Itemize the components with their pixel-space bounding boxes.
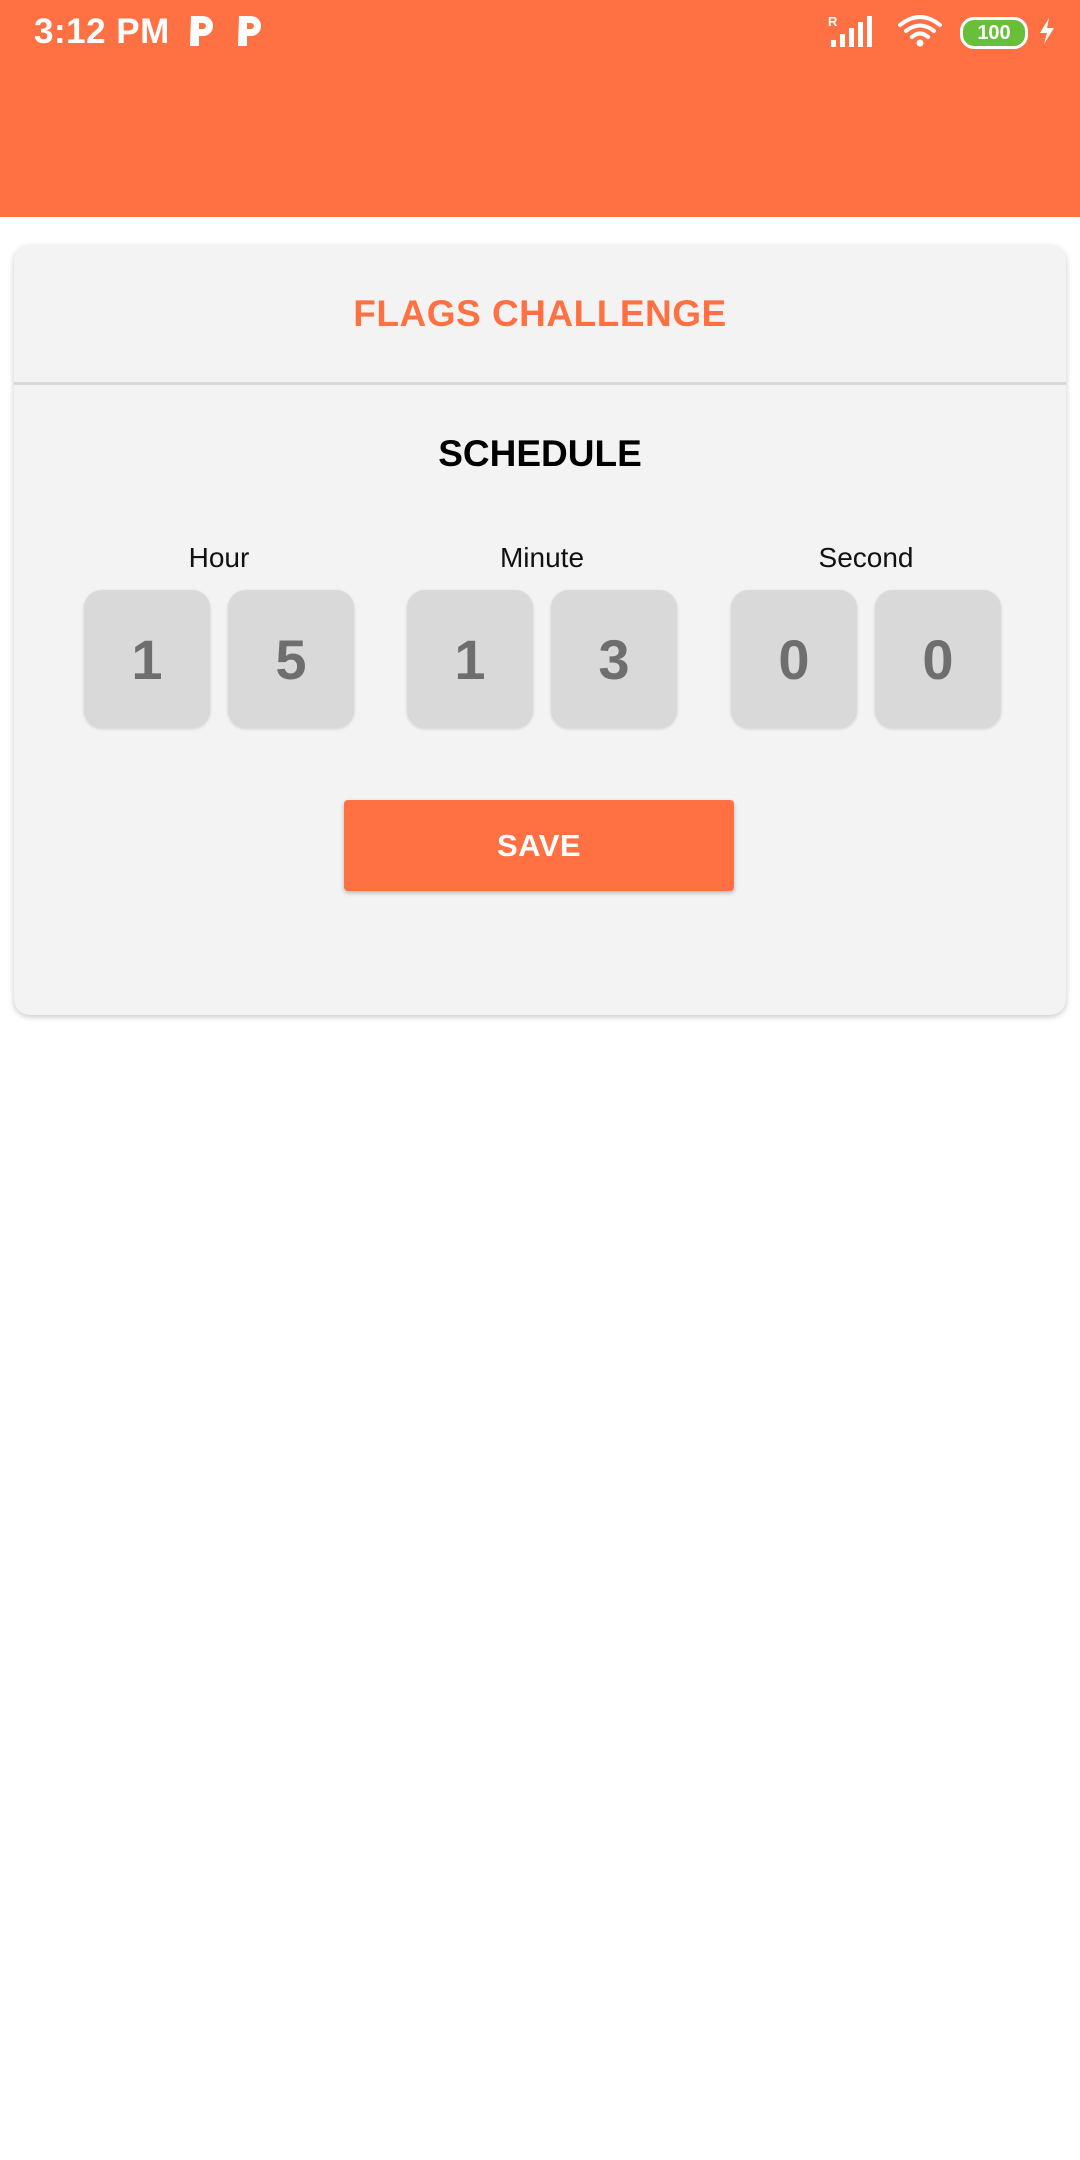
p-app-icon <box>186 14 216 48</box>
schedule-heading: SCHEDULE <box>438 433 642 474</box>
status-indicators: R 100 <box>828 14 1056 52</box>
hour-digit-ones[interactable]: 5 <box>228 590 354 728</box>
p-app-icon <box>234 14 264 48</box>
charging-icon <box>1038 17 1056 50</box>
battery-icon: 100 <box>960 17 1028 49</box>
battery-level: 100 <box>977 21 1011 44</box>
hour-digits: 1 5 <box>84 590 354 728</box>
cell-signal-icon: R <box>828 14 872 53</box>
divider <box>14 382 1066 385</box>
hour-digit-tens[interactable]: 1 <box>84 590 210 728</box>
save-button[interactable]: SAVE <box>344 800 734 891</box>
hour-label: Hour <box>188 542 250 573</box>
card-title: FLAGS CHALLENGE <box>353 293 727 334</box>
app-header: 3:12 PM R 100 <box>0 0 1080 217</box>
minute-digit-ones[interactable]: 3 <box>551 590 677 728</box>
hour-group: Hour 1 5 <box>84 540 354 728</box>
minute-group: Minute 1 3 <box>407 540 677 728</box>
minute-label: Minute <box>499 542 585 573</box>
second-group: Second 0 0 <box>731 540 1001 728</box>
minute-digit-tens[interactable]: 1 <box>407 590 533 728</box>
second-digits: 0 0 <box>731 590 1001 728</box>
second-digit-tens[interactable]: 0 <box>731 590 857 728</box>
signal-roaming-label: R <box>828 14 838 29</box>
second-label: Second <box>818 542 914 573</box>
wifi-icon <box>898 14 942 52</box>
status-time: 3:12 PM <box>34 12 170 51</box>
second-digit-ones[interactable]: 0 <box>875 590 1001 728</box>
schedule-card: FLAGS CHALLENGE SCHEDULE Hour 1 5 Minute… <box>14 245 1066 1015</box>
minute-digits: 1 3 <box>407 590 677 728</box>
status-bar: 3:12 PM R 100 <box>0 0 1080 66</box>
